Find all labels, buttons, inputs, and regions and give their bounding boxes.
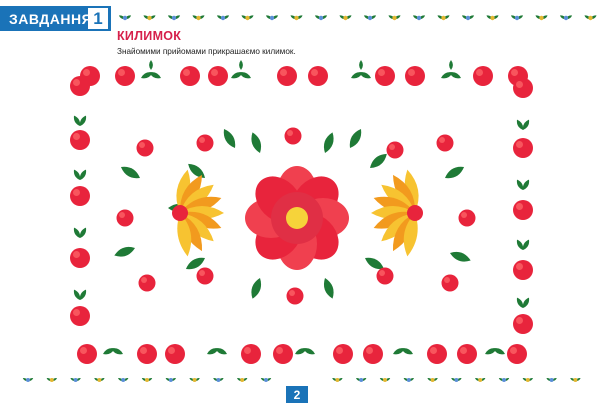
berry-icon xyxy=(507,344,527,364)
berry-icon xyxy=(70,186,90,206)
berry-icon xyxy=(513,78,533,98)
berry-icon xyxy=(137,344,157,364)
berry-icon xyxy=(241,344,261,364)
leaf-icon xyxy=(449,60,453,70)
leaf-icon xyxy=(251,132,262,153)
flower-icon xyxy=(245,166,349,270)
berry-icon xyxy=(70,248,90,268)
berry-icon xyxy=(376,267,394,285)
berry-icon xyxy=(208,66,228,86)
berry-icon xyxy=(436,134,454,152)
berry-icon xyxy=(70,130,90,150)
berry-icon xyxy=(441,274,459,292)
berry-icon xyxy=(513,260,533,280)
berry-icon xyxy=(138,274,156,292)
berry-icon xyxy=(70,76,90,96)
berry-icon xyxy=(180,66,200,86)
instruction-text: Знайомими прийомами прикрашаємо килимок. xyxy=(117,47,296,56)
berry-icon xyxy=(116,209,134,227)
berry-icon xyxy=(277,66,297,86)
berry-icon xyxy=(286,287,304,305)
leaf-icon xyxy=(349,128,362,148)
task-label: ЗАВДАННЯ xyxy=(9,10,93,27)
berry-icon xyxy=(405,66,425,86)
page-title: КИЛИМОК xyxy=(117,29,182,43)
top-floral-ornament-icon xyxy=(118,15,597,21)
task-number: 1 xyxy=(88,8,108,29)
leaf-icon xyxy=(239,60,243,70)
berry-icon xyxy=(473,66,493,86)
flower-icon xyxy=(371,169,423,257)
berry-icon xyxy=(427,344,447,364)
berry-icon xyxy=(136,139,154,157)
leaf-icon xyxy=(323,278,334,299)
berry-icon xyxy=(333,344,353,364)
berry-icon xyxy=(308,66,328,86)
berry-icon xyxy=(273,344,293,364)
task-badge: ЗАВДАННЯ 1 xyxy=(0,6,111,31)
leaf-icon xyxy=(445,166,465,179)
carpet-center-composition xyxy=(114,127,476,305)
berry-icon xyxy=(513,138,533,158)
leaf-icon xyxy=(251,278,262,299)
leaf-icon xyxy=(149,60,153,70)
carpet-artwork xyxy=(70,60,533,364)
leaf-icon xyxy=(359,60,363,70)
berry-icon xyxy=(386,141,404,159)
leaf-icon xyxy=(120,166,140,179)
leaf-icon xyxy=(370,153,387,168)
berry-icon xyxy=(458,209,476,227)
berry-icon xyxy=(513,314,533,334)
berry-icon xyxy=(70,306,90,326)
leaf-icon xyxy=(323,132,334,153)
page-number: 2 xyxy=(286,386,308,403)
berry-icon xyxy=(196,134,214,152)
berry-icon xyxy=(375,66,395,86)
berry-icon xyxy=(77,344,97,364)
berry-icon xyxy=(513,200,533,220)
berry-icon xyxy=(165,344,185,364)
berry-icon xyxy=(115,66,135,86)
leaf-icon xyxy=(223,128,236,148)
flower-icon xyxy=(172,169,224,257)
bottom-floral-ornament-icon xyxy=(22,377,581,382)
berry-icon xyxy=(284,127,302,145)
berry-icon xyxy=(457,344,477,364)
berry-icon xyxy=(363,344,383,364)
leaf-icon xyxy=(450,251,471,262)
berry-icon xyxy=(196,267,214,285)
leaf-icon xyxy=(114,246,135,257)
